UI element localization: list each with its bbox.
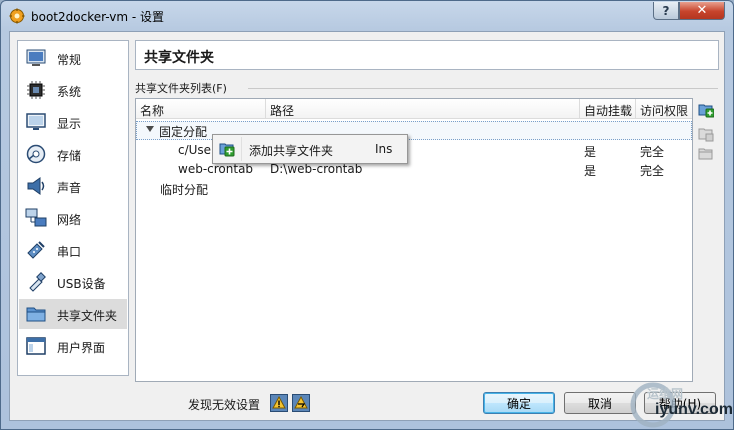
- sidebar-item-shared-folders[interactable]: 共享文件夹: [19, 299, 127, 329]
- dialog-client-area: 常规 系统 显示 存储 声音 网络 串口 USB设备 共享文件夹 用户界面 共享…: [9, 31, 725, 421]
- column-header-path[interactable]: 路径: [266, 99, 580, 119]
- expand-arrow-icon[interactable]: [146, 126, 154, 132]
- sidebar-item-label: 常规: [57, 53, 82, 67]
- sidebar-item-storage[interactable]: 存储: [19, 139, 127, 169]
- warning-icon[interactable]: [292, 394, 310, 412]
- general-icon: [26, 49, 46, 66]
- cell-access: 完全: [640, 145, 665, 159]
- sidebar-item-label: 串口: [57, 245, 82, 259]
- close-icon: ✕: [696, 3, 708, 18]
- system-chip-icon: [27, 81, 45, 99]
- sidebar-item-usb[interactable]: USB设备: [19, 267, 127, 297]
- sidebar-item-audio[interactable]: 声音: [19, 171, 127, 201]
- add-folder-icon: [219, 143, 235, 157]
- context-menu: 添加共享文件夹 Ins: [212, 134, 408, 164]
- help-question-icon: ?: [662, 3, 670, 18]
- sidebar-item-label: 用户界面: [57, 341, 106, 355]
- network-icon: [25, 208, 47, 227]
- ok-button[interactable]: 确定: [483, 392, 555, 414]
- sidebar-item-display[interactable]: 显示: [19, 107, 127, 137]
- context-menu-add-shared-folder[interactable]: 添加共享文件夹 Ins: [215, 137, 405, 161]
- sidebar-item-general[interactable]: 常规: [19, 43, 127, 73]
- sidebar-item-label: 网络: [57, 213, 82, 227]
- cell-path: D:\web-crontab: [270, 162, 363, 176]
- window-title: boot2docker-vm - 设置: [31, 10, 165, 24]
- watermark-text-top: 运维网: [647, 387, 684, 401]
- sidebar-item-label: USB设备: [57, 277, 106, 291]
- cell-automount: 是: [584, 145, 597, 159]
- tree-group-transient[interactable]: 临时分配: [136, 179, 692, 198]
- cell-access: 完全: [640, 164, 665, 178]
- cell-name: web-crontab: [178, 162, 254, 176]
- window-close-button[interactable]: ✕: [679, 2, 725, 20]
- title-bar[interactable]: boot2docker-vm - 设置 ? ✕: [1, 1, 733, 29]
- edit-shared-folder-icon[interactable]: [698, 126, 714, 142]
- watermark-text-bottom: iyunv.com: [655, 401, 733, 418]
- sidebar-item-network[interactable]: 网络: [19, 203, 127, 233]
- sidebar-item-user-interface[interactable]: 用户界面: [19, 331, 127, 361]
- menu-item-label: 添加共享文件夹: [249, 144, 334, 158]
- page-title: 共享文件夹: [144, 50, 214, 66]
- column-header-name[interactable]: 名称: [136, 99, 266, 119]
- speaker-icon: [27, 177, 45, 195]
- shared-folders-list-label: 共享文件夹列表(F): [135, 82, 227, 95]
- sidebar-item-system[interactable]: 系统: [19, 75, 127, 105]
- page-header: 共享文件夹: [135, 40, 719, 70]
- display-monitor-icon: [26, 113, 46, 130]
- group-label: 固定分配: [159, 125, 208, 139]
- sidebar-item-label: 共享文件夹: [57, 309, 118, 323]
- invalid-settings-label: 发现无效设置: [188, 398, 261, 412]
- column-header-automount[interactable]: 自动挂载: [580, 99, 636, 119]
- menu-item-shortcut: Ins: [375, 142, 393, 156]
- remove-shared-folder-icon[interactable]: [698, 146, 714, 162]
- group-divider: [248, 88, 718, 89]
- sidebar-item-label: 显示: [57, 117, 82, 131]
- menu-icon-separator: [241, 137, 242, 161]
- sidebar-item-serial-ports[interactable]: 串口: [19, 235, 127, 265]
- folder-icon: [26, 307, 46, 322]
- serial-port-icon: [27, 241, 45, 259]
- settings-window: boot2docker-vm - 设置 ? ✕ 常规 系统 显示 存储 声音 网…: [0, 0, 734, 430]
- sidebar-item-label: 系统: [57, 85, 82, 99]
- usb-icon: [29, 272, 46, 292]
- add-shared-folder-icon[interactable]: [698, 102, 714, 118]
- settings-sidebar: 常规 系统 显示 存储 声音 网络 串口 USB设备 共享文件夹 用户界面: [17, 40, 129, 376]
- cell-automount: 是: [584, 164, 597, 178]
- column-header-access[interactable]: 访问权限: [636, 99, 692, 119]
- window-help-button[interactable]: ?: [653, 2, 679, 20]
- virtualbox-settings-icon: [9, 8, 25, 24]
- user-interface-icon: [26, 337, 46, 355]
- storage-disk-icon: [26, 144, 46, 164]
- sidebar-item-label: 存储: [57, 149, 82, 163]
- group-label: 临时分配: [160, 183, 209, 197]
- sidebar-item-label: 声音: [57, 181, 82, 195]
- warning-icon[interactable]: [270, 394, 288, 412]
- cancel-button[interactable]: 取消: [564, 392, 636, 414]
